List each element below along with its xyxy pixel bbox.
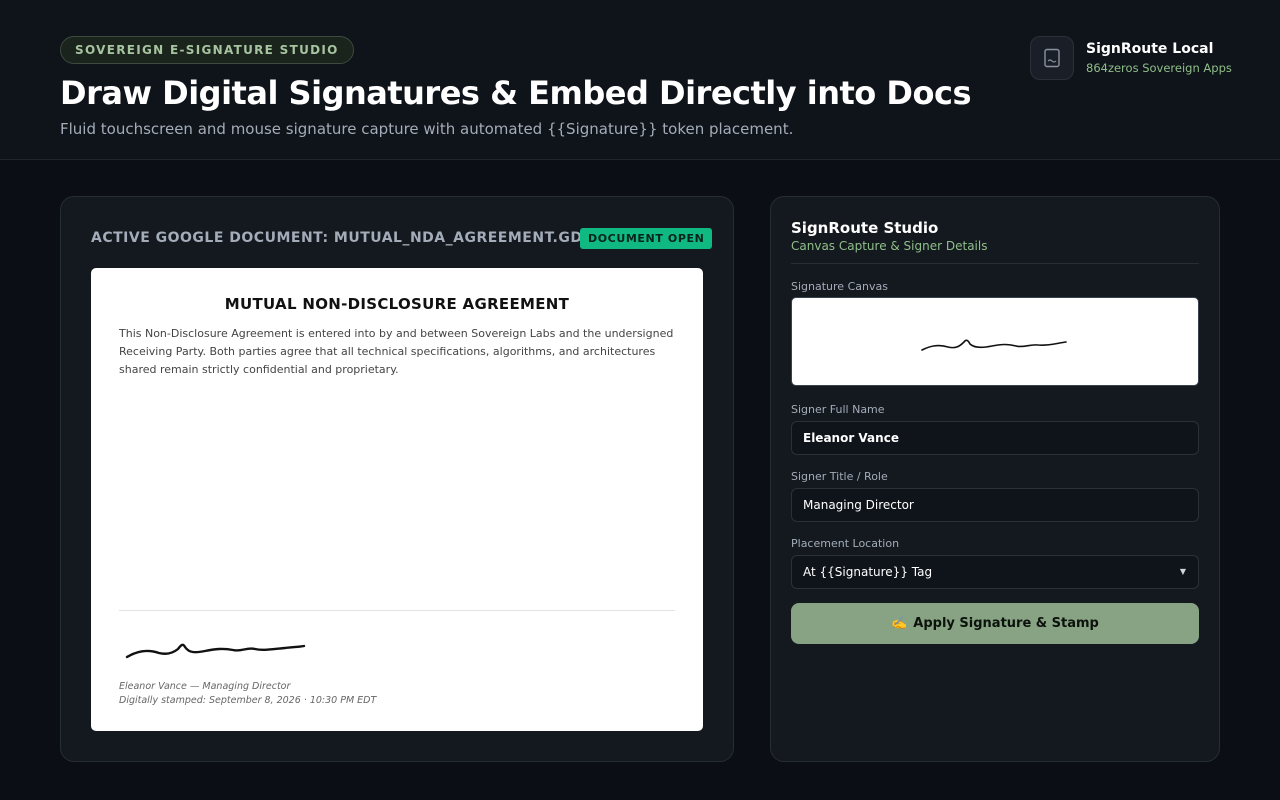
page-title: Draw Digital Signatures & Embed Directly…	[60, 74, 971, 112]
signature-divider	[119, 610, 675, 611]
document-panel: ACTIVE GOOGLE DOCUMENT: MUTUAL_NDA_AGREE…	[60, 196, 734, 762]
placement-value: At {{Signature}} Tag	[803, 565, 933, 579]
studio-divider	[791, 263, 1199, 264]
document-body: This Non-Disclosure Agreement is entered…	[119, 327, 674, 376]
timestamp-line: Digitally stamped: September 8, 2026 · 1…	[119, 695, 377, 706]
signer-line: Eleanor Vance — Managing Director	[119, 681, 291, 692]
product-pill: SOVEREIGN E-SIGNATURE STUDIO	[60, 36, 354, 64]
placement-label: Placement Location	[791, 537, 900, 550]
signer-role-field[interactable]: Managing Director	[791, 488, 1199, 522]
studio-subtitle: Canvas Capture & Signer Details	[791, 239, 988, 253]
document-icon	[1030, 36, 1074, 80]
signature-canvas[interactable]	[791, 297, 1199, 386]
brand-tagline: 864zeros Sovereign Apps	[1086, 61, 1232, 75]
status-badge: DOCUMENT OPEN	[580, 228, 713, 249]
brand-block: SignRoute Local 864zeros Sovereign Apps	[1030, 36, 1232, 80]
page-header: SOVEREIGN E-SIGNATURE STUDIO Draw Digita…	[0, 0, 1280, 160]
page-subtitle: Fluid touchscreen and mouse signature ca…	[60, 120, 794, 138]
apply-signature-button[interactable]: ✍️ Apply Signature & Stamp	[791, 603, 1199, 644]
signer-name-label: Signer Full Name	[791, 403, 885, 416]
writing-hand-icon: ✍️	[891, 616, 908, 631]
placement-select[interactable]: At {{Signature}} Tag ▼	[791, 555, 1199, 589]
document-preview: MUTUAL NON-DISCLOSURE AGREEMENT This Non…	[91, 268, 703, 731]
brand-name: SignRoute Local	[1086, 41, 1214, 57]
signroute-studio-panel: SignRoute Studio Canvas Capture & Signer…	[770, 196, 1220, 762]
document-heading: ACTIVE GOOGLE DOCUMENT: MUTUAL_NDA_AGREE…	[91, 230, 606, 246]
embedded-signature	[123, 633, 313, 667]
signature-canvas-label: Signature Canvas	[791, 280, 888, 293]
signer-name-field[interactable]: Eleanor Vance	[791, 421, 1199, 455]
chevron-down-icon: ▼	[1179, 567, 1186, 576]
signer-role-label: Signer Title / Role	[791, 470, 888, 483]
apply-signature-label: Apply Signature & Stamp	[913, 616, 1099, 631]
studio-title: SignRoute Studio	[791, 219, 939, 237]
document-title: MUTUAL NON-DISCLOSURE AGREEMENT	[224, 295, 570, 313]
